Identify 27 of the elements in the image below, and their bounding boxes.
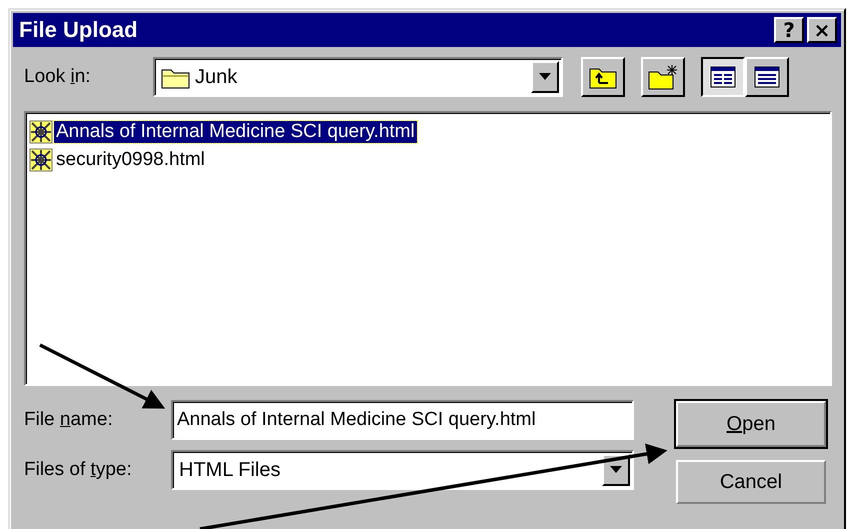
list-view-icon	[710, 66, 736, 88]
look-in-dropdown[interactable]: Junk	[153, 57, 563, 97]
up-folder-button[interactable]	[581, 57, 625, 97]
open-button[interactable]: Open	[676, 401, 826, 447]
look-in-label: Look in:	[24, 66, 92, 88]
caret-icon	[539, 73, 551, 81]
file-item[interactable]: security0998.html	[54, 149, 207, 171]
caret-icon	[610, 466, 622, 474]
file-name-field[interactable]: Annals of Internal Medicine SCI query.html	[171, 400, 634, 440]
cancel-button[interactable]: Cancel	[676, 460, 826, 504]
new-folder-icon	[648, 64, 678, 90]
look-in-value: Junk	[195, 66, 238, 88]
close-button[interactable]: ×	[807, 17, 837, 43]
window-title: File Upload	[19, 17, 138, 43]
help-button[interactable]: ?	[774, 17, 804, 43]
file-item[interactable]: Annals of Internal Medicine SCI query.html	[54, 121, 417, 143]
new-folder-button[interactable]	[641, 57, 685, 97]
dropdown-button[interactable]	[531, 61, 559, 93]
web-file-icon	[29, 120, 53, 144]
file-type-label: Files of type:	[24, 459, 133, 481]
details-view-icon	[754, 66, 780, 88]
details-view-button[interactable]	[745, 57, 789, 97]
file-type-value: HTML Files	[179, 458, 282, 482]
list-view-button[interactable]	[701, 57, 745, 97]
web-file-icon	[29, 148, 53, 172]
file-name-label: File name:	[24, 409, 114, 431]
file-type-dropdown[interactable]: HTML Files	[171, 450, 634, 490]
